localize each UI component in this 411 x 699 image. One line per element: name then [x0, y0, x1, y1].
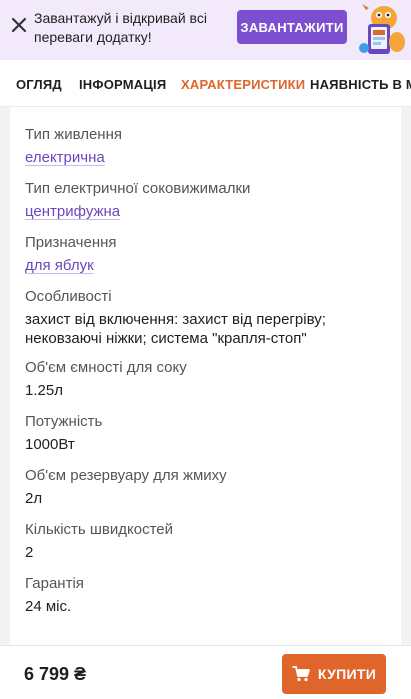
spec-value: захист від включення: захист від перегрі…	[25, 311, 326, 347]
tab-characteristics[interactable]: ХАРАКТЕРИСТИКИ	[181, 77, 305, 92]
spec-value-link[interactable]: електрична	[25, 148, 395, 167]
spec-value: 24 міс.	[25, 598, 72, 615]
spec-label: Тип живлення	[25, 126, 122, 143]
spec-label: Тип електричної соковижималки	[25, 180, 251, 197]
buy-button-label: КУПИТИ	[317, 666, 377, 682]
spec-label: Гарантія	[25, 575, 84, 592]
app-mascot-icon	[354, 2, 410, 58]
spec-label: Кількість швидкостей	[25, 521, 174, 538]
purchase-bar: 6 799 ₴ КУПИТИ	[0, 645, 411, 699]
spec-power: Потужність 1000Вт	[25, 412, 395, 454]
tab-overview[interactable]: ОГЛЯД	[16, 77, 62, 92]
spec-value: 1.25л	[25, 382, 63, 399]
spec-label: Особливості	[25, 288, 112, 305]
spec-value-link[interactable]: центрифужна	[25, 202, 395, 221]
spec-label: Призначення	[25, 234, 117, 251]
specifications-list: Тип живлення електрична Тип електричної …	[0, 107, 411, 645]
spec-label: Потужність	[25, 413, 103, 430]
spec-warranty: Гарантія 24 міс.	[25, 574, 395, 616]
cart-icon	[292, 666, 310, 682]
spec-value-link[interactable]: для яблук	[25, 256, 395, 275]
app-promo-banner: Завантажуй і відкривай всі переваги дода…	[0, 0, 411, 60]
spec-value: 1000Вт	[25, 436, 75, 453]
product-tabs: ОГЛЯД ІНФОРМАЦІЯ ХАРАКТЕРИСТИКИ НАЯВНІСТ…	[0, 60, 411, 107]
spec-pulp-container-volume: Об'єм резервуару для жмиху 2л	[25, 466, 395, 508]
spec-juice-container-volume: Об'єм ємності для соку 1.25л	[25, 358, 395, 400]
tab-store-availability[interactable]: НАЯВНІСТЬ В МАГ	[310, 77, 411, 92]
product-price: 6 799 ₴	[24, 664, 87, 684]
spec-features: Особливості захист від включення: захист…	[25, 287, 395, 348]
tab-information[interactable]: ІНФОРМАЦІЯ	[79, 77, 166, 92]
spec-purpose: Призначення для яблук	[25, 233, 395, 275]
spec-speed-count: Кількість швидкостей 2	[25, 520, 395, 562]
spec-power-type: Тип живлення електрична	[25, 125, 395, 167]
spec-value: 2	[25, 544, 34, 561]
download-app-button[interactable]: ЗАВАНТАЖИТИ	[237, 10, 347, 44]
spec-label: Об'єм резервуару для жмиху	[25, 467, 227, 484]
close-icon[interactable]	[9, 15, 29, 35]
promo-text: Завантажуй і відкривай всі переваги дода…	[34, 10, 207, 45]
spec-label: Об'єм ємності для соку	[25, 359, 187, 376]
spec-juicer-type: Тип електричної соковижималки центрифужн…	[25, 179, 395, 221]
spec-value: 2л	[25, 490, 43, 507]
buy-button[interactable]: КУПИТИ	[282, 654, 386, 694]
